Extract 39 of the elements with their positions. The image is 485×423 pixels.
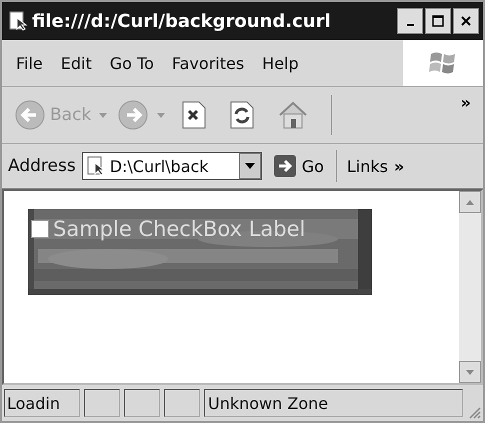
caret-icon — [244, 163, 255, 169]
status-panel — [124, 389, 160, 417]
dropdown-button[interactable] — [238, 153, 261, 179]
status-text: Loadin — [4, 389, 80, 417]
refresh-icon — [229, 100, 256, 130]
go-button[interactable]: Go — [268, 155, 330, 177]
caret-icon — [99, 112, 108, 118]
down-arrow-icon — [466, 370, 474, 374]
toolbar-overflow-button[interactable]: » — [460, 87, 483, 112]
menu-item[interactable]: Favorites — [172, 54, 244, 72]
maximize-icon — [431, 14, 445, 28]
home-icon — [277, 100, 310, 130]
stop-icon — [181, 100, 208, 130]
up-arrow-icon — [466, 200, 474, 204]
scroll-down-button[interactable] — [459, 361, 481, 383]
menu-item[interactable]: Edit — [60, 54, 92, 72]
status-panel — [164, 389, 200, 417]
minimize-icon — [406, 24, 414, 26]
links-button[interactable]: Links — [342, 156, 388, 176]
scrollbar[interactable] — [459, 191, 481, 383]
security-zone: Unknown Zone — [204, 389, 463, 417]
scroll-up-button[interactable] — [459, 191, 481, 213]
resize-grip-icon — [467, 405, 481, 419]
caret-icon — [157, 112, 166, 118]
minimize-button[interactable] — [397, 8, 423, 34]
status-panel — [84, 389, 120, 417]
window-title: file:///d:/Curl/background.curl — [32, 10, 331, 32]
menu-item[interactable]: Go To — [110, 54, 154, 72]
flag-icon — [428, 50, 458, 76]
maximize-button[interactable] — [425, 8, 451, 34]
menu-item[interactable]: File — [16, 54, 43, 72]
address-label: Address — [8, 156, 76, 176]
address-field[interactable]: D:\Curl\back — [82, 152, 262, 180]
page-icon — [8, 11, 28, 31]
close-button[interactable] — [453, 8, 479, 34]
menu-item[interactable]: Help — [262, 54, 299, 72]
close-icon — [459, 14, 473, 28]
links-overflow-button[interactable]: » — [394, 156, 410, 176]
checkbox[interactable] — [31, 220, 49, 238]
